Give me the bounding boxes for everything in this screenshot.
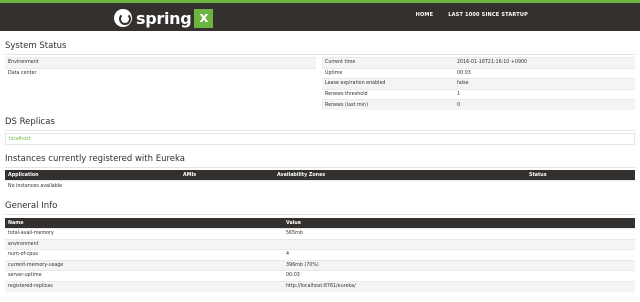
column-header-name[interactable]: Name (5, 218, 283, 229)
table-row: Renews (last min) 0 (322, 99, 635, 110)
info-value: http://localhost:8761/eureka/ (283, 280, 635, 292)
section-divider (5, 54, 635, 55)
info-value: 565mb (283, 228, 635, 239)
status-value: 0 (454, 99, 635, 110)
table-row: No instances available (5, 180, 635, 191)
status-key: Uptime (322, 67, 454, 79)
empty-instances-message: No instances available (5, 180, 635, 191)
status-key: Renews threshold (322, 88, 454, 100)
table-row: Renews threshold 1 (322, 88, 635, 100)
table-row: num-of-cpus 4 (5, 249, 635, 260)
nav-links: HOME LAST 1000 SINCE STARTUP (416, 12, 528, 18)
info-value: 00:03 (283, 270, 635, 281)
general-info-table: Name Value total-avail-memory 565mb envir… (5, 218, 635, 292)
replicas-list: localhost (5, 133, 635, 145)
spring-leaf-icon (114, 9, 132, 27)
info-key: environment (5, 238, 283, 250)
status-key: Renews (last min) (322, 99, 454, 110)
info-key: server-uptime (5, 270, 283, 281)
instances-title: Instances currently registered with Eure… (5, 154, 185, 164)
table-row: Lease expiration enabled false (322, 78, 635, 89)
info-key: total-avail-memory (5, 228, 283, 239)
table-row: environment (5, 238, 635, 250)
section-divider (5, 214, 635, 215)
brand-x-mark: x (194, 8, 214, 28)
table-row: Current time 2016-01-16T21:16:10 +0900 (322, 57, 635, 68)
nav-last-1000-link[interactable]: LAST 1000 SINCE STARTUP (448, 12, 528, 18)
top-navbar: spring x HOME LAST 1000 SINCE STARTUP (0, 0, 640, 31)
info-value (283, 238, 635, 250)
table-row: Environment (5, 57, 316, 68)
brand-wordmark: spring (136, 8, 192, 28)
general-info-title: General Info (5, 201, 58, 211)
info-value: 4 (283, 249, 635, 260)
table-row: Uptime 00:03 (322, 67, 635, 79)
info-key: current-memory-usage (5, 259, 283, 271)
column-header-value[interactable]: Value (283, 218, 635, 229)
table-row: total-avail-memory 565mb (5, 228, 635, 239)
instances-table: Application AMIs Availability Zones Stat… (5, 170, 635, 191)
nav-home-link[interactable]: HOME (416, 12, 434, 18)
replica-localhost-link[interactable]: localhost (9, 137, 31, 142)
status-value: 1 (454, 88, 635, 100)
table-row: server-uptime 00:03 (5, 270, 635, 281)
section-divider (5, 130, 635, 131)
table-row: registered-replicas http://localhost:8761… (5, 280, 635, 292)
spring-logo[interactable]: spring x (114, 7, 214, 29)
status-value: false (454, 78, 635, 89)
table-header-row: Name Value (5, 218, 635, 229)
status-key: Current time (322, 57, 454, 68)
ds-replicas-title: DS Replicas (5, 117, 55, 127)
status-key: Lease expiration enabled (322, 78, 454, 89)
system-status-title: System Status (5, 41, 67, 51)
system-status-left-table: Environment Data center (5, 57, 316, 79)
status-value: 00:03 (454, 67, 635, 79)
column-header-amis[interactable]: AMIs (180, 170, 274, 181)
status-key: Environment (5, 57, 316, 68)
status-value: 2016-01-16T21:16:10 +0900 (454, 57, 635, 68)
column-header-application[interactable]: Application (5, 170, 180, 181)
status-key: Data center (5, 67, 316, 79)
column-header-status[interactable]: Status (526, 170, 635, 181)
info-key: num-of-cpus (5, 249, 283, 260)
table-header-row: Application AMIs Availability Zones Stat… (5, 170, 635, 181)
info-key: registered-replicas (5, 280, 283, 292)
info-value: 396mb (70%) (283, 259, 635, 271)
table-row: Data center (5, 67, 316, 79)
table-row: current-memory-usage 396mb (70%) (5, 259, 635, 271)
section-divider (5, 167, 635, 168)
column-header-availability-zones[interactable]: Availability Zones (274, 170, 526, 181)
system-status-right-table: Current time 2016-01-16T21:16:10 +0900 Up… (322, 57, 635, 110)
